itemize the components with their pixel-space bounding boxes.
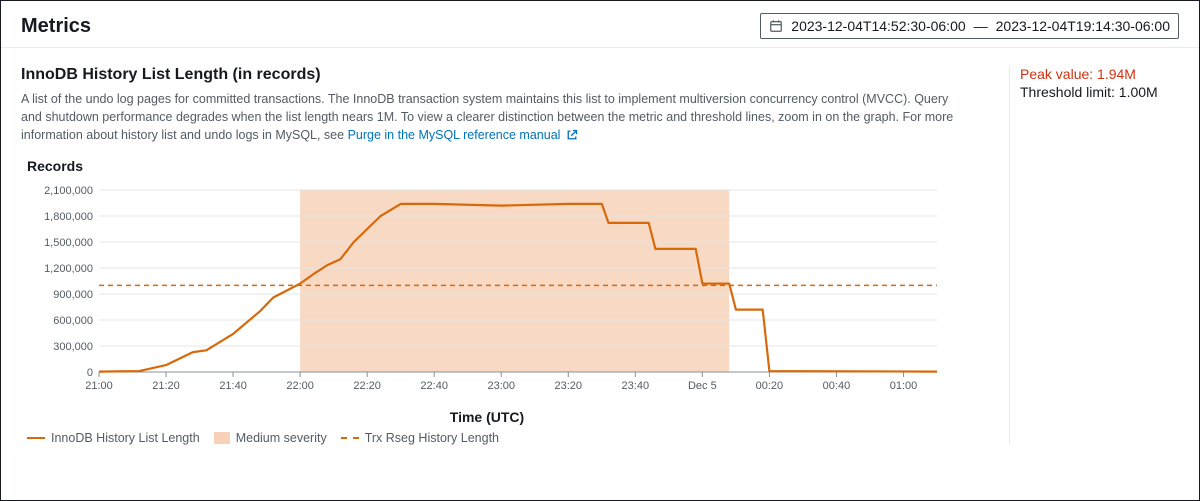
svg-text:23:40: 23:40 [622, 380, 650, 392]
svg-text:1,200,000: 1,200,000 [44, 263, 93, 275]
page-title: Metrics [21, 15, 91, 38]
svg-text:21:20: 21:20 [152, 380, 180, 392]
svg-text:01:00: 01:00 [890, 380, 918, 392]
header: Metrics 2023-12-04T14:52:30-06:00 — 2023… [1, 1, 1199, 48]
svg-text:23:20: 23:20 [555, 380, 583, 392]
chart-legend: InnoDB History List Length Medium severi… [27, 431, 989, 445]
legend-label-series: InnoDB History List Length [51, 431, 200, 445]
svg-text:1,500,000: 1,500,000 [44, 237, 93, 249]
time-range-separator: — [974, 18, 988, 34]
legend-label-threshold: Trx Rseg History Length [365, 431, 499, 445]
svg-text:22:00: 22:00 [286, 380, 314, 392]
calendar-icon [769, 19, 783, 33]
svg-text:600,000: 600,000 [53, 315, 93, 327]
svg-text:900,000: 900,000 [53, 289, 93, 301]
legend-swatch-area [214, 432, 230, 444]
chart-area[interactable]: 0 300,000 600,000 900,000 1,200,000 1,500,000… [27, 182, 947, 407]
svg-text:21:40: 21:40 [219, 380, 247, 392]
external-link-icon [566, 128, 578, 146]
chart-description: A list of the undo log pages for committ… [21, 90, 971, 146]
time-range-to: 2023-12-04T19:14:30-06:00 [996, 18, 1170, 34]
summary-column: Peak value: 1.94M Threshold limit: 1.00M [1009, 66, 1179, 445]
svg-text:22:20: 22:20 [353, 380, 381, 392]
chart-column: InnoDB History List Length (in records) … [21, 66, 989, 445]
legend-swatch-line [27, 437, 45, 439]
legend-label-severity: Medium severity [236, 431, 327, 445]
svg-text:00:20: 00:20 [756, 380, 784, 392]
svg-text:Dec 5: Dec 5 [688, 380, 717, 392]
x-axis-label: Time (UTC) [27, 409, 947, 425]
svg-text:23:00: 23:00 [487, 380, 515, 392]
svg-text:2,100,000: 2,100,000 [44, 185, 93, 197]
metrics-panel: Metrics 2023-12-04T14:52:30-06:00 — 2023… [0, 0, 1200, 501]
legend-swatch-dashed [341, 437, 359, 439]
legend-item-threshold: Trx Rseg History Length [341, 431, 499, 445]
svg-text:300,000: 300,000 [53, 341, 93, 353]
time-range-from: 2023-12-04T14:52:30-06:00 [791, 18, 965, 34]
content-row: InnoDB History List Length (in records) … [1, 48, 1199, 455]
svg-text:1,800,000: 1,800,000 [44, 211, 93, 223]
svg-text:21:00: 21:00 [85, 380, 113, 392]
svg-text:0: 0 [87, 367, 93, 379]
time-range-picker[interactable]: 2023-12-04T14:52:30-06:00 — 2023-12-04T1… [760, 13, 1179, 39]
legend-item-series: InnoDB History List Length [27, 431, 200, 445]
threshold-limit: Threshold limit: 1.00M [1020, 84, 1179, 100]
chart-svg: 0 300,000 600,000 900,000 1,200,000 1,500,000… [27, 182, 947, 402]
peak-value: Peak value: 1.94M [1020, 66, 1179, 82]
legend-item-severity: Medium severity [214, 431, 327, 445]
svg-text:00:40: 00:40 [823, 380, 851, 392]
svg-text:22:40: 22:40 [420, 380, 448, 392]
chart-title: InnoDB History List Length (in records) [21, 66, 989, 84]
y-axis-label: Records [27, 158, 989, 174]
chart-description-link[interactable]: Purge in the MySQL reference manual [348, 128, 578, 142]
